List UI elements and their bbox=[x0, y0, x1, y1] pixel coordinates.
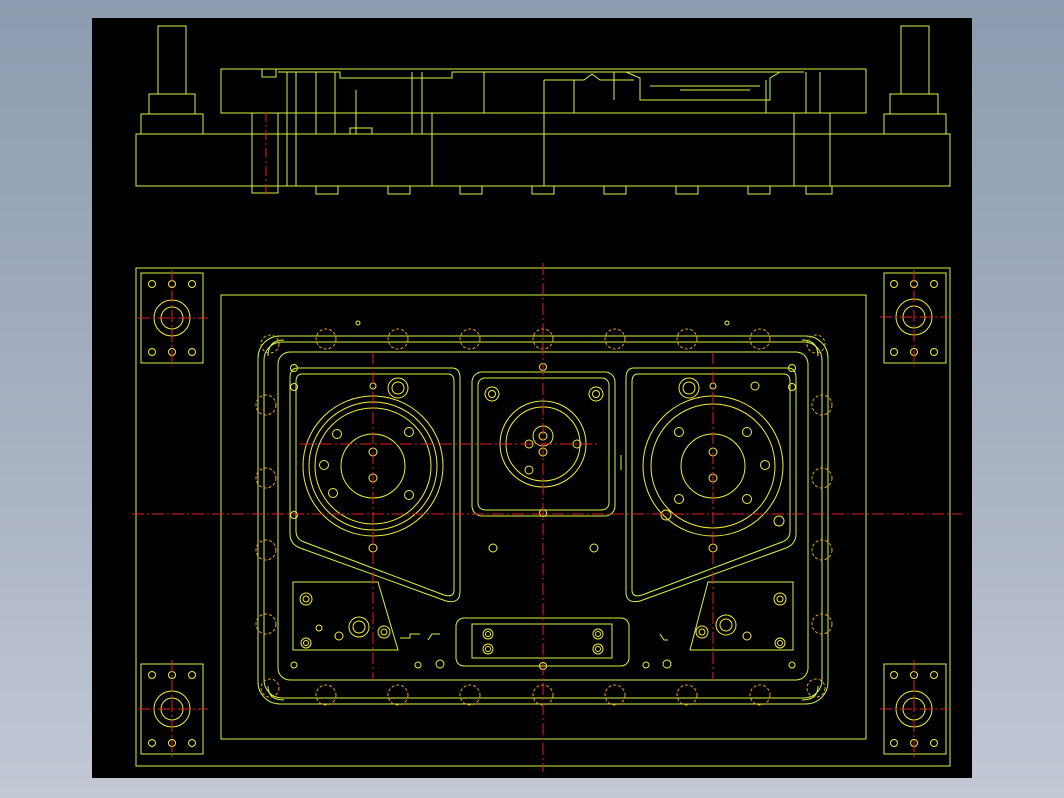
left-lower-insert bbox=[292, 581, 399, 651]
drawing-viewport[interactable] bbox=[92, 18, 972, 778]
elevation-view bbox=[135, 25, 951, 196]
right-cavity bbox=[625, 367, 797, 603]
guide-pillar-left bbox=[140, 25, 204, 135]
drawing-canvas bbox=[132, 25, 962, 772]
centerlines bbox=[132, 263, 962, 772]
guide-pillar-right bbox=[883, 25, 947, 135]
perimeter-holes bbox=[255, 328, 833, 706]
center-round-die bbox=[484, 386, 604, 488]
lower-die-plate bbox=[135, 133, 951, 187]
right-lower-insert bbox=[689, 581, 794, 651]
plan-view bbox=[132, 263, 962, 772]
